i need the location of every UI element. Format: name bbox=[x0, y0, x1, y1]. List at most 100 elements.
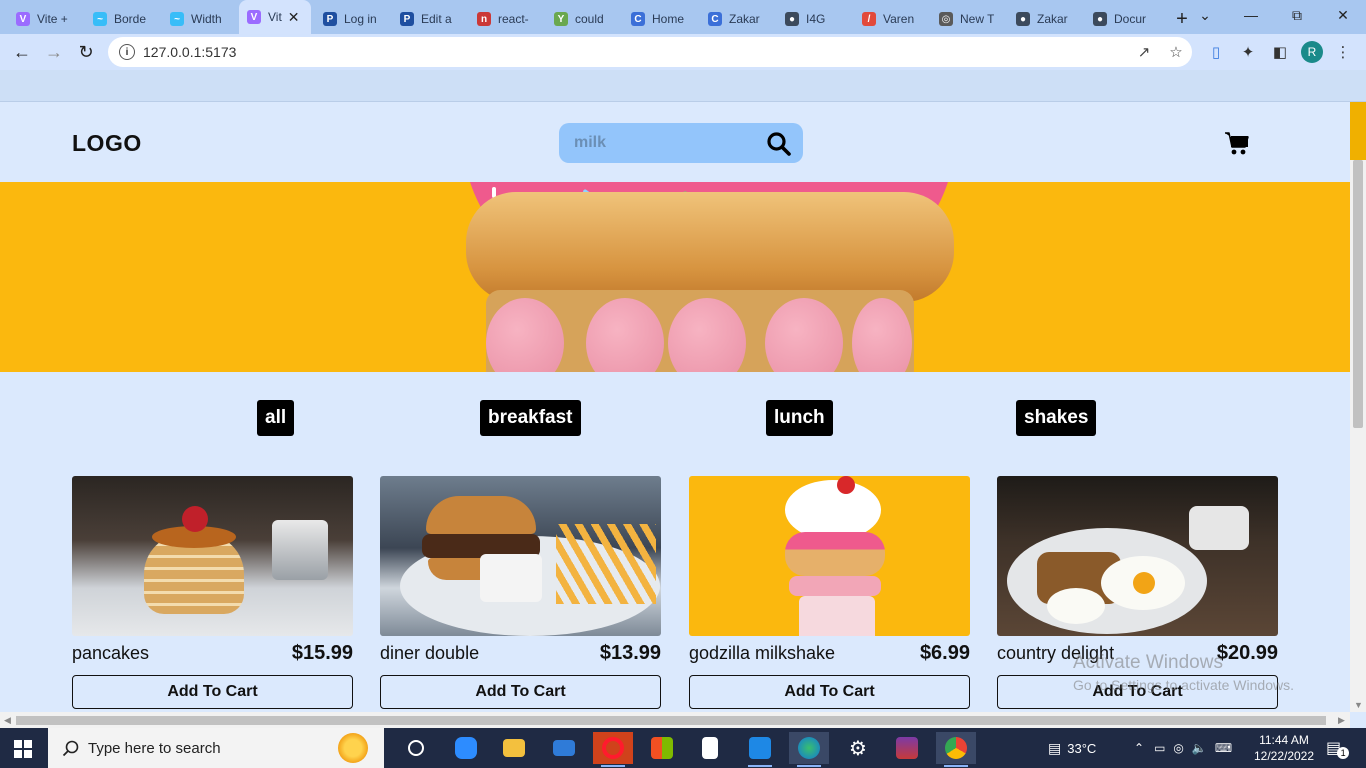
notification-center-icon[interactable]: ▤ 1 bbox=[1326, 728, 1350, 768]
browser-tab[interactable]: V Vite + bbox=[8, 4, 81, 34]
network-globe-icon[interactable]: ◎ bbox=[1173, 741, 1183, 755]
browser-tab[interactable]: / Varen bbox=[854, 4, 927, 34]
scroll-left-arrow-icon[interactable]: ◀ bbox=[4, 715, 11, 726]
shopping-cart-icon[interactable] bbox=[1224, 130, 1250, 156]
clock-date: 12/22/2022 bbox=[1253, 749, 1315, 763]
product-card: godzilla milkshake $6.99 Add To Cart bbox=[689, 476, 970, 709]
browser-tab[interactable]: ~ Borde bbox=[85, 4, 158, 34]
extensions-puzzle-icon[interactable]: ✦ bbox=[1238, 42, 1258, 62]
side-panel-icon[interactable]: ◧ bbox=[1270, 42, 1290, 62]
address-url[interactable]: 127.0.0.1:5173 bbox=[143, 44, 236, 60]
browser-tab[interactable]: ● Zakar bbox=[1008, 4, 1081, 34]
back-arrow-icon[interactable]: ← bbox=[10, 40, 34, 64]
paypal-icon: P bbox=[400, 12, 414, 26]
browser-tab-label: Varen bbox=[883, 12, 915, 26]
search-icon[interactable] bbox=[766, 131, 792, 157]
address-bar[interactable]: i 127.0.0.1:5173 bbox=[108, 37, 1192, 67]
settings-gear-icon[interactable]: ⚙ bbox=[838, 732, 878, 764]
product-price: $20.99 bbox=[1216, 642, 1278, 664]
vertical-scrollbar[interactable]: ▼ bbox=[1350, 102, 1366, 712]
category-lunch-button[interactable]: lunch bbox=[766, 400, 833, 436]
browser-tab[interactable]: C Zakar bbox=[700, 4, 773, 34]
mail-icon[interactable] bbox=[544, 732, 584, 764]
browser-tab[interactable]: V Vit ✕ bbox=[239, 0, 311, 34]
forward-arrow-icon[interactable]: → bbox=[42, 40, 66, 64]
tray-icons: ⌃ ▭ ◎ 🔈 ⌨ bbox=[1134, 728, 1232, 768]
browser-tab[interactable]: ~ Width bbox=[162, 4, 235, 34]
browser-tab-label: Vite + bbox=[37, 12, 68, 26]
taskbar-search-box[interactable]: Type here to search bbox=[48, 728, 384, 768]
vertical-scrollbar-thumb[interactable] bbox=[1353, 160, 1363, 428]
paypal-icon: P bbox=[323, 12, 337, 26]
browser-toolbar: ← → ↻ i 127.0.0.1:5173 ↗ ☆ ▯ ✦ ◧ ⋮ bbox=[0, 34, 1366, 70]
file-explorer-icon[interactable] bbox=[494, 732, 534, 764]
browser-tab[interactable]: P Edit a bbox=[392, 4, 465, 34]
product-card: diner double $13.99 Add To Cart bbox=[380, 476, 661, 709]
reload-icon[interactable]: ↻ bbox=[74, 40, 98, 64]
browser-tab-strip: V Vite + ~ Borde ~ Width V Vit ✕ P Log in P Edit a nr… bbox=[0, 0, 1366, 34]
site-info-icon[interactable]: i bbox=[119, 44, 135, 60]
volume-icon[interactable]: 🔈 bbox=[1192, 741, 1207, 755]
browser-tab[interactable]: n react- bbox=[469, 4, 542, 34]
tab-search-chevron-icon[interactable]: ⌄ bbox=[1182, 0, 1228, 30]
extension-translate-icon[interactable]: ▯ bbox=[1206, 42, 1226, 62]
pancakes-image bbox=[72, 476, 353, 636]
add-to-cart-button[interactable]: Add To Cart bbox=[380, 675, 661, 709]
close-window-button[interactable]: ✕ bbox=[1320, 0, 1366, 30]
horizontal-scrollbar-thumb[interactable] bbox=[16, 716, 1326, 725]
horizontal-scrollbar[interactable]: ◀ ▶ bbox=[0, 712, 1350, 728]
input-indicator-icon[interactable]: ⌨ bbox=[1215, 741, 1232, 755]
browser-tab-label: Edit a bbox=[421, 12, 452, 26]
browser-tab[interactable]: C Home bbox=[623, 4, 696, 34]
more-menu-icon[interactable]: ⋮ bbox=[1333, 42, 1353, 62]
diner-double-image bbox=[380, 476, 661, 636]
scroll-down-arrow-icon[interactable]: ▼ bbox=[1354, 700, 1363, 710]
browser-tab[interactable]: Ycould bbox=[546, 4, 619, 34]
notepad-icon[interactable] bbox=[690, 732, 730, 764]
windows-start-icon[interactable] bbox=[14, 740, 32, 758]
bookmark-star-icon[interactable]: ☆ bbox=[1167, 43, 1185, 61]
hero-banner bbox=[0, 182, 1350, 372]
weather-widget-icon[interactable]: ▤ bbox=[1048, 740, 1061, 757]
maximize-button[interactable]: ⧉ bbox=[1274, 0, 1320, 30]
search-input[interactable] bbox=[559, 123, 759, 163]
ycombinator-icon: Y bbox=[554, 12, 568, 26]
taskbar-search-icon bbox=[62, 740, 79, 757]
add-to-cart-button[interactable]: Add To Cart bbox=[689, 675, 970, 709]
browser-tab[interactable]: ● I4G bbox=[777, 4, 850, 34]
chrome-icon[interactable] bbox=[936, 732, 976, 767]
winrar-icon[interactable] bbox=[887, 732, 927, 764]
product-card: country delight $20.99 Add To Cart bbox=[997, 476, 1278, 709]
weather-sun-icon[interactable] bbox=[338, 733, 368, 763]
opera-icon[interactable] bbox=[593, 732, 633, 767]
share-icon[interactable]: ↗ bbox=[1135, 43, 1153, 61]
vite-icon: V bbox=[247, 10, 261, 24]
edge-icon[interactable] bbox=[789, 732, 829, 767]
notification-count-badge: 1 bbox=[1337, 747, 1350, 759]
battery-icon[interactable]: ▭ bbox=[1154, 741, 1165, 755]
browser-tab[interactable]: P Log in bbox=[315, 4, 388, 34]
edge-c-icon: C bbox=[631, 12, 645, 26]
figma-icon: / bbox=[862, 12, 876, 26]
show-hidden-icons-chevron-icon[interactable]: ⌃ bbox=[1134, 741, 1144, 755]
category-all-button[interactable]: all bbox=[257, 400, 295, 436]
microsoft-store-icon[interactable] bbox=[642, 732, 682, 764]
task-view-icon[interactable] bbox=[396, 732, 436, 764]
browser-tab[interactable]: ● Docur bbox=[1085, 4, 1158, 34]
taskbar-clock[interactable]: 11:44 AM 12/22/2022 bbox=[1252, 732, 1316, 764]
site-logo[interactable]: LOGO bbox=[72, 130, 142, 157]
profile-avatar[interactable]: R bbox=[1301, 41, 1323, 63]
browser-tab[interactable]: ◎ New T bbox=[931, 4, 1004, 34]
activate-windows-title: Activate Windows bbox=[1073, 652, 1223, 673]
scroll-right-arrow-icon[interactable]: ▶ bbox=[1338, 715, 1345, 726]
chrome-icon: ◎ bbox=[939, 12, 953, 26]
zoom-icon[interactable] bbox=[446, 732, 486, 764]
temperature-label[interactable]: 33°C bbox=[1067, 741, 1096, 756]
category-breakfast-button[interactable]: breakfast bbox=[480, 400, 581, 436]
close-tab-icon[interactable]: ✕ bbox=[288, 9, 300, 26]
add-to-cart-button[interactable]: Add To Cart bbox=[72, 675, 353, 709]
vscode-icon[interactable] bbox=[740, 732, 780, 767]
category-shakes-button[interactable]: shakes bbox=[1016, 400, 1097, 436]
browser-tab-label: Home bbox=[652, 12, 685, 26]
minimize-button[interactable]: — bbox=[1228, 0, 1274, 30]
